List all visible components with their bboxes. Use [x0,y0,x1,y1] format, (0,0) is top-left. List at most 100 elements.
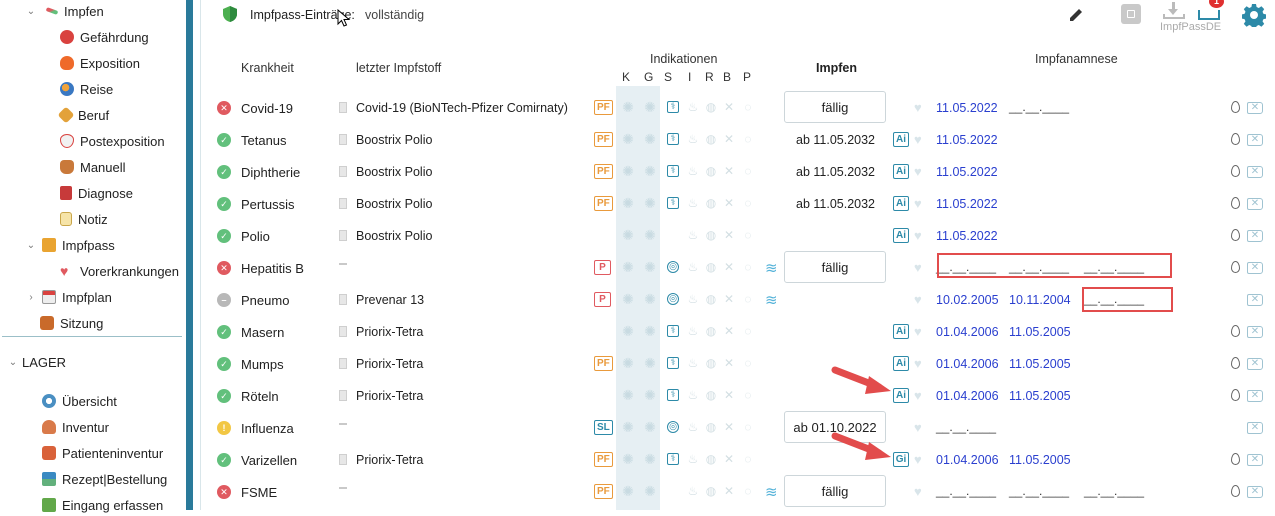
impfen-button[interactable]: fällig [784,91,886,123]
droplet-icon[interactable] [1231,325,1240,337]
globe-indication-icon[interactable]: ◎ [667,261,679,273]
shield-icon[interactable]: ◌ [742,261,754,273]
sidebar-item-postexposition[interactable]: Postexposition [60,130,165,152]
tools-icon[interactable]: ✕ [723,357,735,369]
pencil-icon[interactable] [1067,6,1085,24]
virus-icon[interactable]: ◍ [705,229,717,241]
globe-indication-icon[interactable]: ◎ [667,421,679,433]
virus-icon[interactable]: ◍ [705,389,717,401]
heart-icon[interactable]: ♥ [914,228,922,243]
tools-icon[interactable]: ✕ [723,485,735,497]
shield-icon[interactable]: ◌ [742,485,754,497]
indication-empty-icon[interactable] [667,485,679,497]
sun-icon[interactable]: ✺ [622,164,634,178]
disease-name[interactable]: Tetanus [241,133,287,148]
tools-icon[interactable]: ✕ [723,325,735,337]
sun-icon[interactable]: ✺ [644,100,656,114]
medical-indication-icon[interactable]: ⚕ [667,453,679,465]
shield-icon[interactable]: ◌ [742,389,754,401]
medical-indication-icon[interactable]: ⚕ [667,325,679,337]
disease-name[interactable]: Pertussis [241,197,294,212]
flame-icon[interactable]: ♨ [687,293,699,305]
virus-icon[interactable]: ◍ [705,165,717,177]
vaccination-date[interactable]: __.__.____ [936,420,996,434]
badge-pf[interactable]: PF [594,164,613,179]
table-row[interactable]: ✓ Pertussis Boostrix Polio PF ✺ ✺ ⚕ ♨ ◍ ✕ ◌ ab 11.0… [201,187,1275,219]
droplet-icon[interactable] [1231,453,1240,465]
erase-icon[interactable]: ✕ [1247,422,1263,434]
vaccination-date[interactable]: __.__.____ [1009,484,1069,498]
table-row[interactable]: ! Influenza SL ✺ ✺ ◎ ♨ ◍ ✕ ◌ ab 01.10.2022 ♥ __.__._… [201,411,1275,443]
table-row[interactable]: ✕ FSME PF ✺ ✺ ♨ ◍ ✕ ◌ ≋ fällig ♥ __.__.____ __.__.___… [201,475,1275,507]
flame-icon[interactable]: ♨ [687,197,699,209]
medical-indication-icon[interactable]: ⚕ [667,133,679,145]
medical-indication-icon[interactable]: ⚕ [667,357,679,369]
sun-icon[interactable]: ✺ [644,228,656,242]
table-row[interactable]: ✓ Varizellen Priorix-Tetra PF ✺ ✺ ⚕ ♨ ◍ ✕ ◌ Gi ♥ 01.0… [201,443,1275,475]
erase-icon[interactable]: ✕ [1247,230,1263,242]
badge-pf[interactable]: PF [594,452,613,467]
vaccination-date[interactable]: 11.05.2005 [1009,453,1071,467]
droplet-icon[interactable] [1231,485,1240,497]
shield-icon[interactable]: ◌ [742,101,754,113]
flame-icon[interactable]: ♨ [687,101,699,113]
badge-pf[interactable]: PF [594,132,613,147]
sun-icon[interactable]: ✺ [622,356,634,370]
disease-name[interactable]: Pneumo [241,293,289,308]
vaccination-date[interactable]: 11.05.2022 [936,229,998,243]
erase-icon[interactable]: ✕ [1247,134,1263,146]
tools-icon[interactable]: ✕ [723,261,735,273]
sun-icon[interactable]: ✺ [644,484,656,498]
ai-badge[interactable]: Ai [893,388,909,403]
medical-indication-icon[interactable]: ⚕ [667,197,679,209]
badge-pf[interactable]: PF [594,196,613,211]
table-row[interactable]: ✓ Mumps Priorix-Tetra PF ✺ ✺ ⚕ ♨ ◍ ✕ ◌ Ai ♥ 01.04.200… [201,347,1275,379]
vaccination-date[interactable]: 10.11.2004 [1009,293,1071,307]
chevron-down-icon[interactable]: ⌄ [8,357,18,368]
vaccine-name[interactable]: Boostrix Polio [356,165,432,179]
heart-icon[interactable]: ♥ [914,196,922,211]
vaccine-name[interactable]: Boostrix Polio [356,229,432,243]
vaccine-name[interactable]: Priorix-Tetra [356,453,423,467]
virus-icon[interactable]: ◍ [705,101,717,113]
ai-badge[interactable]: Ai [893,196,909,211]
vaccine-name[interactable]: Priorix-Tetra [356,357,423,371]
heart-icon[interactable]: ♥ [914,356,922,371]
flame-icon[interactable]: ♨ [687,229,699,241]
vaccination-date[interactable]: 01.04.2006 [936,357,999,371]
badge-pf[interactable]: PF [594,356,613,371]
sun-icon[interactable]: ✺ [644,196,656,210]
vaccination-date[interactable]: 11.05.2022 [936,165,998,179]
vaccine-name[interactable]: Boostrix Polio [356,197,432,211]
flame-icon[interactable]: ♨ [687,453,699,465]
virus-icon[interactable]: ◍ [705,453,717,465]
medical-indication-icon[interactable]: ⚕ [667,165,679,177]
chevron-down-icon[interactable]: ⌄ [26,240,36,251]
badge-p[interactable]: P [594,260,611,275]
impfen-button[interactable]: fällig [784,475,886,507]
sun-icon[interactable]: ✺ [622,260,634,274]
sun-icon[interactable]: ✺ [644,324,656,338]
table-row[interactable]: ✓ Diphtherie Boostrix Polio PF ✺ ✺ ⚕ ♨ ◍ ✕ ◌ ab 11.… [201,155,1275,187]
virus-icon[interactable]: ◍ [705,485,717,497]
erase-icon[interactable]: ✕ [1247,166,1263,178]
sun-icon[interactable]: ✺ [644,292,656,306]
sun-icon[interactable]: ✺ [622,132,634,146]
disease-name[interactable]: Hepatitis B [241,261,304,276]
vaccination-date[interactable]: 11.05.2022 [936,133,998,147]
shield-icon[interactable]: ◌ [742,421,754,433]
vaccine-name[interactable]: Priorix-Tetra [356,325,423,339]
sidebar-item-diagnose[interactable]: Diagnose [60,182,133,204]
sidebar-item-impfen[interactable]: ⌄ Impfen [27,0,104,22]
erase-icon[interactable]: ✕ [1247,486,1263,498]
travel-wind-icon[interactable]: ≋ [765,259,778,277]
heart-icon[interactable]: ♥ [914,132,922,147]
table-row[interactable]: ✓ Masern Priorix-Tetra ✺ ✺ ⚕ ♨ ◍ ✕ ◌ Ai ♥ 01.04.2006… [201,315,1275,347]
droplet-icon[interactable] [1231,229,1240,241]
virus-icon[interactable]: ◍ [705,325,717,337]
erase-icon[interactable]: ✕ [1247,102,1263,114]
ai-badge[interactable]: Ai [893,132,909,147]
sun-icon[interactable]: ✺ [622,196,634,210]
shield-icon[interactable]: ◌ [742,325,754,337]
sun-icon[interactable]: ✺ [622,388,634,402]
